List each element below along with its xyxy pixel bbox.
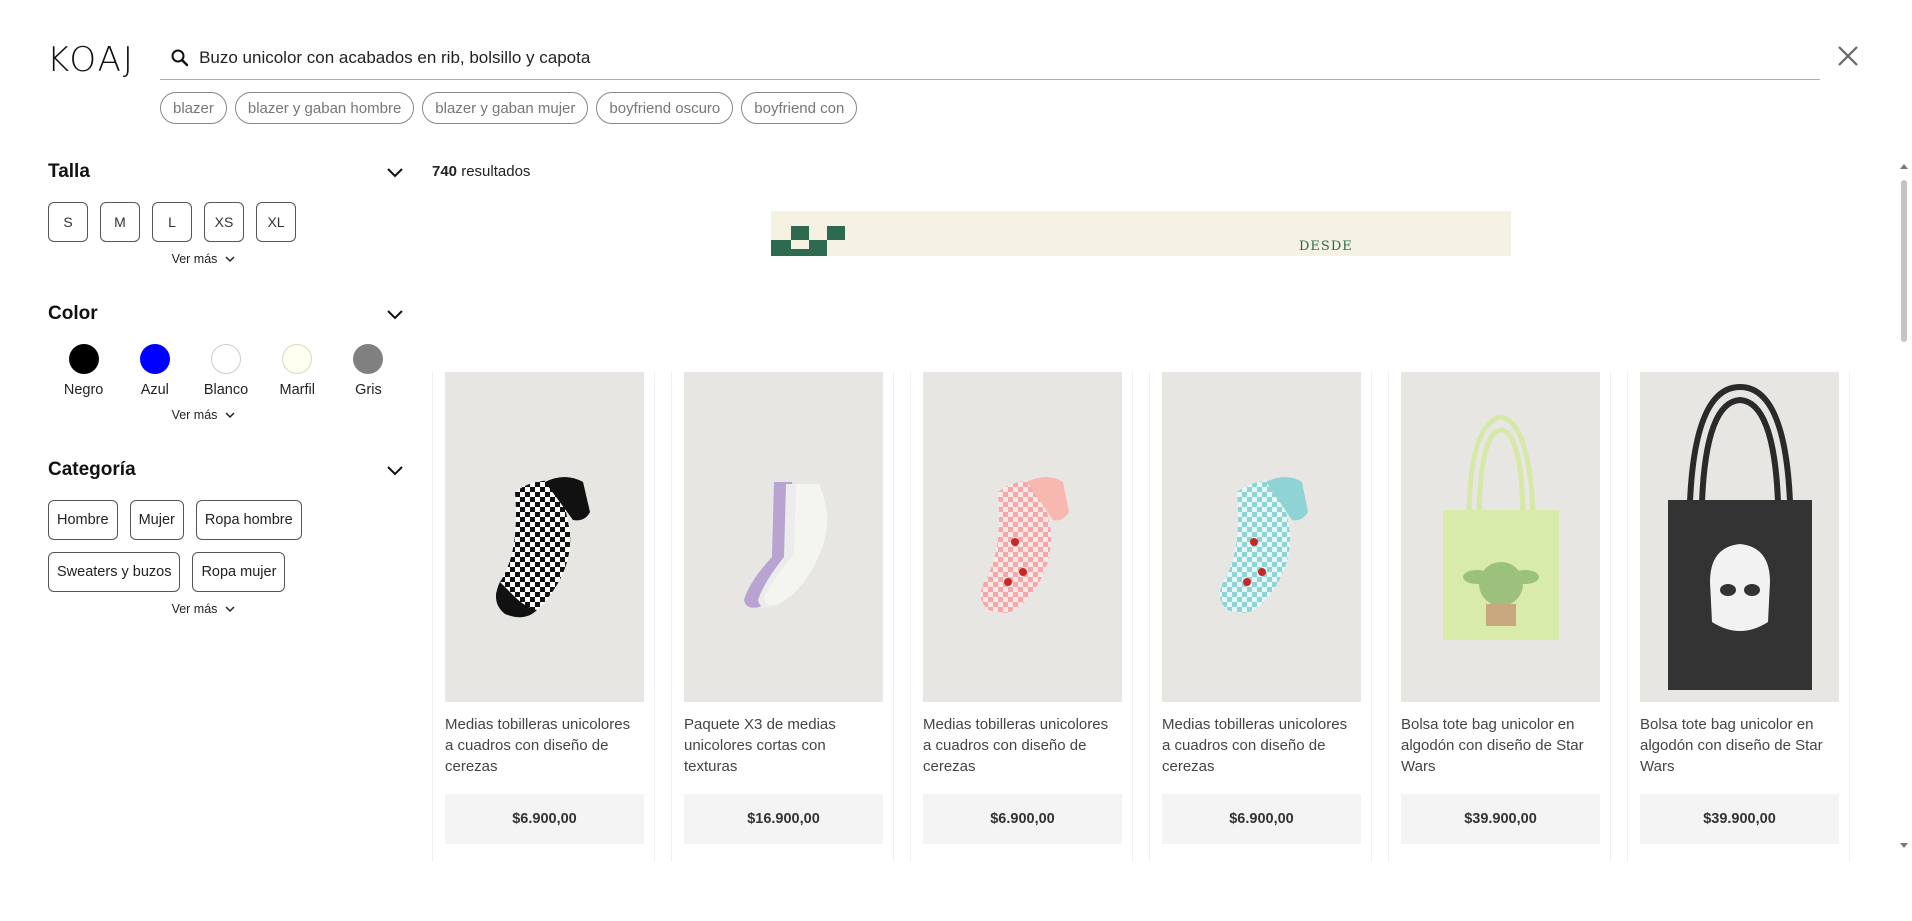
size-ver-mas-button[interactable]: Ver más (48, 252, 404, 266)
sock-pack-image (744, 482, 828, 608)
product-price: $6.900,00 (1162, 794, 1361, 844)
filter-color-header[interactable]: Color (48, 300, 404, 328)
tote-bag-image (1443, 414, 1559, 640)
product-price: $6.900,00 (923, 794, 1122, 844)
sock-image (1219, 477, 1308, 613)
suggestion-chip[interactable]: boyfriend oscuro (596, 92, 734, 124)
filter-size-header[interactable]: Talla (48, 158, 404, 186)
filter-color-title: Color (48, 303, 98, 324)
product-title[interactable]: Bolsa tote bag unicolor en algodón con d… (1401, 714, 1598, 784)
filter-size-title: Talla (48, 161, 90, 182)
color-option-negro[interactable]: Negro (48, 344, 119, 398)
color-swatch (68, 344, 99, 374)
category-option[interactable]: Hombre (48, 500, 118, 540)
scroll-down-arrow-icon[interactable] (1900, 843, 1908, 848)
filters-sidebar: Talla S M L XS XL Ver más Color Negro Az… (48, 158, 404, 616)
color-option-marfil[interactable]: Marfil (262, 344, 333, 398)
color-label: Blanco (203, 382, 249, 398)
results-count: 740 resultados (432, 163, 530, 180)
product-title[interactable]: Medias tobilleras unicolores a cuadros c… (445, 714, 642, 784)
chevron-down-icon (225, 605, 235, 612)
product-price: $16.900,00 (684, 794, 883, 844)
results-number: 740 (432, 163, 458, 180)
color-swatch (211, 344, 241, 374)
product-card[interactable]: Paquete X3 de medias unicolores cortas c… (671, 372, 894, 862)
product-price: $39.900,00 (1401, 794, 1600, 844)
chevron-down-icon (225, 411, 235, 418)
product-title[interactable]: Bolsa tote bag unicolor en algodón con d… (1640, 714, 1837, 784)
product-card[interactable]: Bolsa tote bag unicolor en algodón con d… (1388, 372, 1611, 862)
ver-mas-label: Ver más (171, 602, 218, 616)
scrollbar-thumb[interactable] (1901, 180, 1907, 342)
size-option[interactable]: S (48, 202, 88, 242)
scrollbar[interactable] (1896, 160, 1912, 850)
chevron-down-icon[interactable] (386, 166, 404, 178)
sock-image (496, 477, 590, 618)
color-swatch (139, 344, 170, 374)
product-title[interactable]: Paquete X3 de medias unicolores cortas c… (684, 714, 881, 784)
suggestion-chip[interactable]: blazer y gaban mujer (422, 92, 589, 124)
sock-image (980, 477, 1069, 613)
product-grid: Medias tobilleras unicolores a cuadros c… (432, 372, 1850, 862)
color-option-gris[interactable]: Gris (333, 344, 404, 398)
color-option-blanco[interactable]: Blanco (190, 344, 261, 398)
banner-text: DESDE (1299, 239, 1353, 254)
checker-pattern-icon (771, 226, 845, 256)
chevron-down-icon (225, 255, 235, 262)
category-option[interactable]: Sweaters y buzos (48, 552, 181, 592)
product-image[interactable] (1640, 372, 1839, 702)
suggestion-chips: blazer blazer y gaban hombre blazer y ga… (160, 92, 858, 124)
filter-size: Talla S M L XS XL Ver más (48, 158, 404, 266)
category-ver-mas-button[interactable]: Ver más (48, 602, 404, 616)
suggestion-chip[interactable]: blazer (160, 92, 227, 124)
filter-category: Categoría Hombre Mujer Ropa hombre Sweat… (48, 456, 404, 616)
product-image[interactable] (445, 372, 644, 702)
category-option[interactable]: Ropa hombre (195, 500, 302, 540)
product-image[interactable] (684, 372, 883, 702)
color-label: Gris (355, 382, 382, 398)
size-option[interactable]: XS (204, 202, 244, 242)
product-title[interactable]: Medias tobilleras unicolores a cuadros c… (923, 714, 1120, 784)
size-option[interactable]: L (152, 202, 192, 242)
color-swatch (353, 344, 384, 374)
product-image[interactable] (1401, 372, 1600, 702)
product-price: $6.900,00 (445, 794, 644, 844)
close-icon[interactable] (1834, 42, 1862, 70)
search-input[interactable] (199, 47, 1820, 68)
product-card[interactable]: Medias tobilleras unicolores a cuadros c… (1149, 372, 1372, 862)
color-label: Marfil (279, 382, 315, 398)
scroll-up-arrow-icon[interactable] (1900, 164, 1908, 169)
product-price: $39.900,00 (1640, 794, 1839, 844)
chevron-down-icon[interactable] (386, 308, 404, 320)
product-image[interactable] (923, 372, 1122, 702)
tote-bag-image (1668, 383, 1812, 690)
chevron-down-icon[interactable] (386, 464, 404, 476)
filter-category-header[interactable]: Categoría (48, 456, 404, 484)
color-option-azul[interactable]: Azul (119, 344, 190, 398)
product-card[interactable]: Medias tobilleras unicolores a cuadros c… (910, 372, 1133, 862)
color-swatch (282, 344, 313, 374)
ver-mas-label: Ver más (171, 408, 218, 422)
search-bar (160, 36, 1820, 80)
product-title[interactable]: Medias tobilleras unicolores a cuadros c… (1162, 714, 1359, 784)
filter-category-title: Categoría (48, 459, 136, 480)
product-card[interactable]: Bolsa tote bag unicolor en algodón con d… (1627, 372, 1850, 862)
promo-banner[interactable]: DESDE (771, 211, 1511, 256)
color-label: Negro (63, 382, 104, 398)
product-card[interactable]: Medias tobilleras unicolores a cuadros c… (432, 372, 655, 862)
suggestion-chip[interactable]: blazer y gaban hombre (234, 92, 415, 124)
results-label: resultados (461, 163, 531, 180)
search-icon[interactable] (160, 48, 199, 68)
filter-color: Color Negro Azul Blanco Marfil Gris Ver … (48, 300, 404, 422)
color-ver-mas-button[interactable]: Ver más (48, 408, 404, 422)
category-option[interactable]: Mujer (129, 500, 184, 540)
category-option[interactable]: Ropa mujer (192, 552, 286, 592)
ver-mas-label: Ver más (171, 252, 218, 266)
size-option[interactable]: M (100, 202, 140, 242)
koaj-logo[interactable]: KOAJ (47, 40, 135, 80)
suggestion-chip[interactable]: boyfriend con (741, 92, 858, 124)
size-option[interactable]: XL (256, 202, 296, 242)
product-image[interactable] (1162, 372, 1361, 702)
color-label: Azul (140, 382, 169, 398)
